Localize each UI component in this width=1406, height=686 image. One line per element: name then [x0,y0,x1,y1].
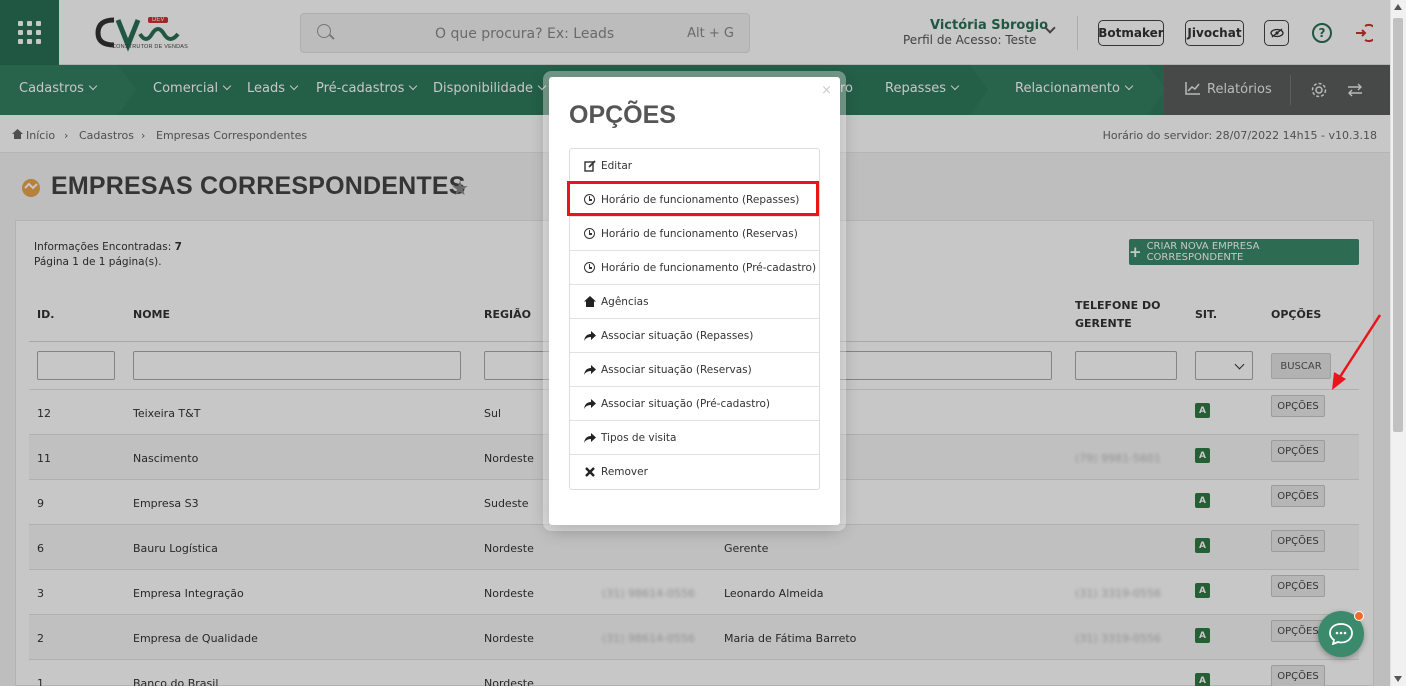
chat-icon [1329,623,1353,645]
close-icon[interactable]: × [821,83,832,98]
highlight-box [567,181,819,216]
menu-item-editar[interactable]: Editar [570,149,819,183]
scroll-up-icon[interactable] [1394,4,1402,10]
scroll-down-icon[interactable] [1394,676,1402,682]
options-modal: × OPÇÕES Editar Horário de funcionamento… [549,77,840,525]
menu-item-horario-pre-cadastro[interactable]: Horário de funcionamento (Pré-cadastro) [570,251,819,285]
notification-dot [1354,611,1364,621]
home-icon [583,295,596,308]
share-icon [583,397,596,410]
menu-item-tipos-visita[interactable]: Tipos de visita [570,421,819,455]
menu-item-remover[interactable]: Remover [570,455,819,489]
menu-item-associar-pre-cadastro[interactable]: Associar situação (Pré-cadastro) [570,387,819,421]
menu-item-agencias[interactable]: Agências [570,285,819,319]
scrollbar[interactable] [1390,0,1406,686]
menu-item-horario-reservas[interactable]: Horário de funcionamento (Reservas) [570,217,819,251]
menu-item-associar-reservas[interactable]: Associar situação (Reservas) [570,353,819,387]
share-icon [583,431,596,444]
modal-title: OPÇÕES [569,101,676,129]
menu-item-associar-repasses[interactable]: Associar situação (Repasses) [570,319,819,353]
annotation-arrow [1332,314,1382,390]
scrollbar-thumb[interactable] [1393,18,1403,432]
clock-icon [583,261,596,274]
edit-icon [583,159,596,172]
share-icon [583,329,596,342]
share-icon [583,363,596,376]
close-icon [583,466,596,479]
clock-icon [583,227,596,240]
